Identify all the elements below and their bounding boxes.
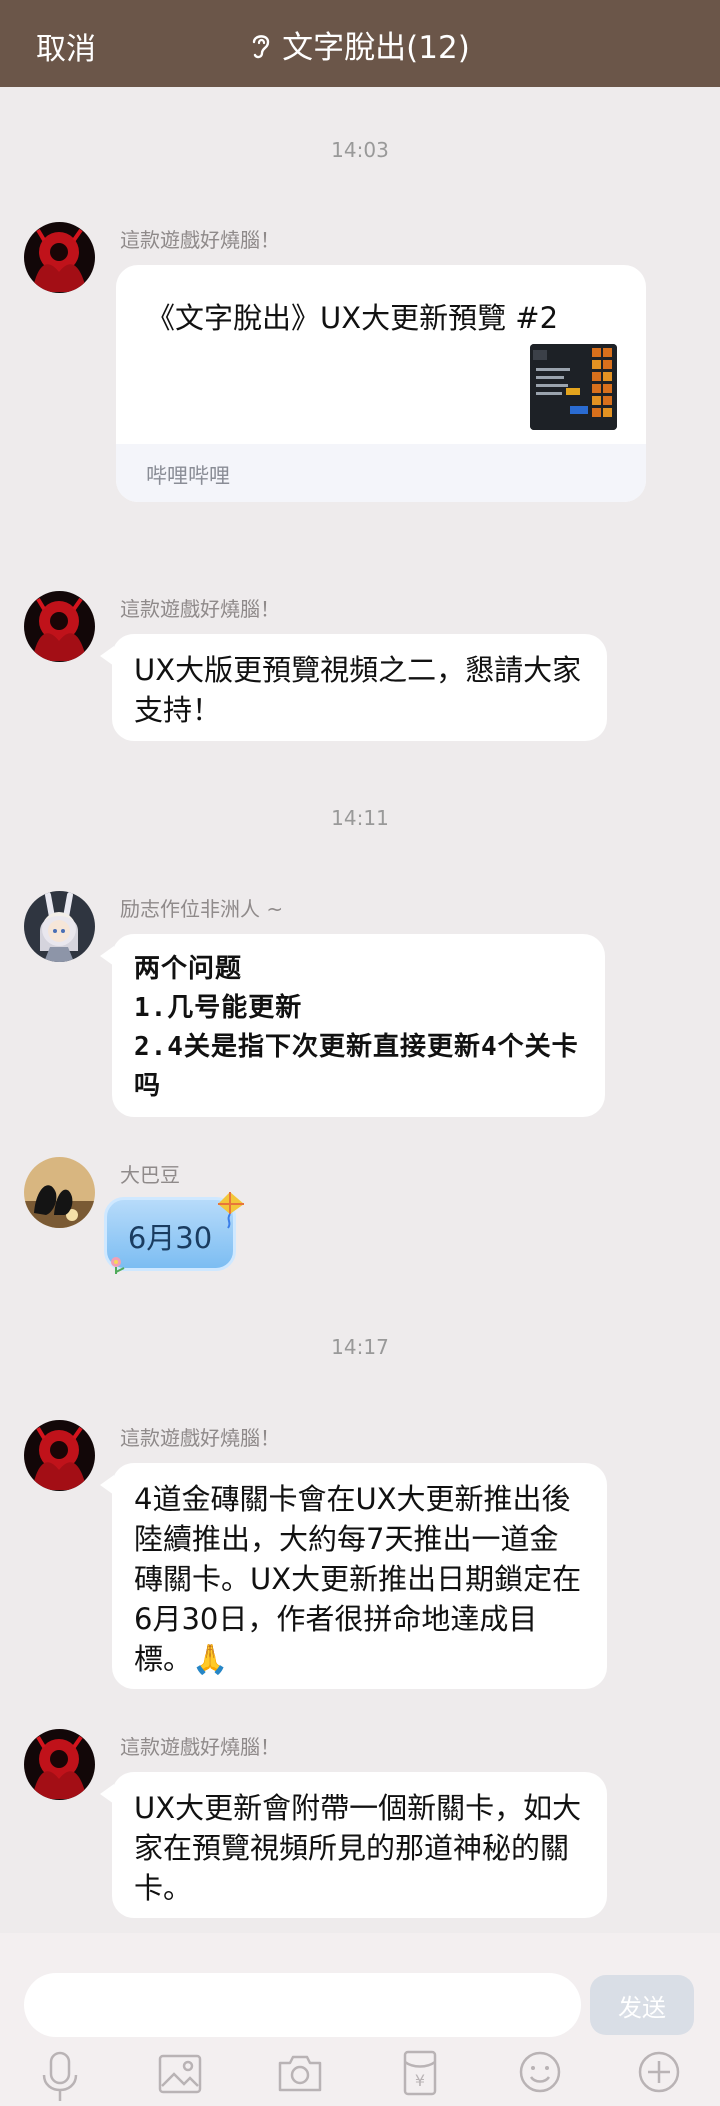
mic-icon[interactable]: [41, 2051, 79, 2106]
svg-text:¥: ¥: [415, 2071, 425, 2090]
chat-header: 取消 文字脫出(12): [0, 0, 720, 87]
avatar[interactable]: [24, 591, 95, 662]
link-card-title: 《文字脫出》UX大更新預覽 #2: [146, 301, 559, 335]
link-card-thumbnail: [530, 344, 617, 430]
message-bubble[interactable]: UX大版更預覽視頻之二，懇請大家支持！: [100, 634, 607, 741]
sender-name: 大巴豆: [120, 1163, 180, 1187]
timestamp: 14:03: [331, 138, 389, 162]
message-bubble[interactable]: 4道金磚關卡會在UX大更新推出後陸續推出，大約每7天推出一道金磚關卡。UX大更新…: [100, 1463, 607, 1689]
message-bubble[interactable]: UX大更新會附帶一個新關卡，如大家在預覽視頻所見的那道神秘的關卡。: [100, 1772, 607, 1918]
message-bubble[interactable]: 两个问题 1.几号能更新 2.4关是指下次更新直接更新4个关卡吗: [100, 934, 605, 1117]
kite-icon: [212, 1190, 248, 1234]
sender-name: 這款遊戲好燒腦！: [120, 1426, 280, 1450]
ear-icon: [250, 31, 272, 69]
chat-title-area: 文字脫出(12): [0, 22, 720, 69]
timestamp: 14:17: [331, 1335, 389, 1359]
send-button[interactable]: 发送: [590, 1975, 694, 2035]
composer-bar: 发送 ¥: [0, 1933, 720, 2106]
sender-name: 励志作位非洲人 ~: [120, 897, 284, 921]
sender-name: 這款遊戲好燒腦！: [120, 597, 280, 621]
image-icon[interactable]: [158, 2054, 202, 2098]
message-input[interactable]: [24, 1973, 581, 2037]
flower-icon: [108, 1254, 134, 1280]
chat-title: 文字脫出(12): [282, 30, 470, 66]
link-card[interactable]: 《文字脫出》UX大更新預覽 #2 哔哩哔哩: [116, 265, 646, 502]
avatar[interactable]: [24, 222, 95, 293]
avatar[interactable]: [24, 1157, 95, 1228]
sender-name: 這款遊戲好燒腦！: [120, 1735, 280, 1759]
avatar[interactable]: [24, 1420, 95, 1491]
timestamp: 14:11: [331, 806, 389, 830]
plus-icon[interactable]: [637, 2050, 681, 2098]
avatar[interactable]: [24, 891, 95, 962]
sender-name: 這款遊戲好燒腦！: [120, 228, 280, 252]
emoji-icon[interactable]: [518, 2050, 562, 2098]
link-card-source: 哔哩哔哩: [116, 444, 646, 502]
avatar[interactable]: [24, 1729, 95, 1800]
red-packet-icon[interactable]: ¥: [403, 2050, 437, 2100]
camera-icon[interactable]: [277, 2053, 323, 2097]
